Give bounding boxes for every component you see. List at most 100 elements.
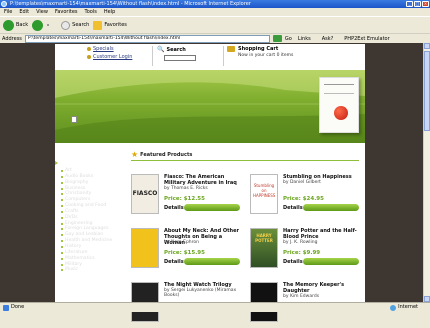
product-card: FIASCO Fiasco: The American Military Adv… (131, 172, 243, 220)
specials-icon (87, 47, 91, 51)
arrow-icon (55, 161, 58, 165)
close-button[interactable]: × (422, 1, 429, 7)
search-heading-label: Search (166, 46, 186, 53)
star-icon (93, 20, 103, 30)
minimize-button[interactable]: _ (406, 1, 413, 7)
search-input[interactable] (164, 55, 196, 61)
buy-button[interactable] (184, 204, 240, 211)
details-link[interactable]: Details (283, 259, 303, 265)
login-icon (87, 55, 91, 59)
window-title: P:\templates\maxmarti-154\maxmarti-154\W… (10, 1, 251, 7)
specials-link[interactable]: Specials (87, 46, 132, 52)
product-price: Price: $15.95 (164, 250, 205, 256)
document-icon (71, 116, 77, 123)
cart-title: Shopping Cart (238, 46, 279, 52)
category-item[interactable]: Music (55, 267, 123, 273)
cart-icon (227, 46, 235, 52)
category-title-label: Store Categories (60, 160, 108, 166)
stop-icon[interactable] (47, 24, 50, 26)
buy-button[interactable] (303, 204, 359, 211)
category-title: Store Categories (55, 160, 123, 166)
product-title[interactable]: Fiasco: The American Military Adventure … (164, 174, 242, 186)
header-divider (223, 46, 224, 66)
featured-title: Featured Products (140, 152, 193, 158)
search-heading: 🔍 Search (157, 46, 196, 53)
details-link[interactable]: Details (164, 205, 184, 211)
ask-extension[interactable]: Ask? (322, 36, 334, 42)
page-icon (3, 304, 9, 311)
maximize-button[interactable]: □ (414, 1, 421, 7)
product-author: by Daniel Gilbert (283, 180, 321, 185)
search-icon: 🔍 (157, 46, 165, 53)
menu-tools[interactable]: Tools (85, 9, 97, 15)
menu-edit[interactable]: Edit (19, 9, 29, 15)
book-title-lines (324, 84, 354, 94)
cover-text: FIASCO (132, 190, 158, 197)
divider (131, 160, 359, 161)
product-price: Price: $12.55 (164, 196, 205, 202)
back-button[interactable]: Back (3, 19, 29, 31)
featured-book-image (319, 77, 359, 133)
go-label[interactable]: Go (285, 36, 292, 42)
menu-file[interactable]: File (4, 9, 12, 15)
product-author: by Nora Ephron (164, 240, 200, 245)
menu-bar: File Edit View Favorites Tools Help (0, 8, 430, 16)
shopping-cart[interactable]: Shopping Cart Now in your cart 0 items (227, 46, 293, 58)
address-bar: Address P:\templates\maxmarti-154\maxmar… (0, 33, 430, 43)
buy-button[interactable] (303, 258, 359, 265)
ie-icon (1, 1, 7, 7)
go-icon[interactable] (272, 35, 282, 42)
window-controls: _ □ × (406, 1, 429, 7)
details-link[interactable]: Details (283, 205, 303, 211)
search-label: Search (72, 22, 90, 28)
globe-icon (390, 304, 397, 311)
search-box: 🔍 Search (157, 46, 196, 61)
cover-text: HARRY POTTER (255, 233, 273, 243)
product-cover[interactable]: FIASCO (131, 174, 159, 214)
status-text: Done (11, 304, 25, 310)
links-label[interactable]: Links (298, 36, 311, 42)
favorites-label: Favorites (104, 22, 127, 28)
back-label: Back (16, 22, 29, 28)
menu-view[interactable]: View (36, 9, 48, 15)
customer-login-label: Customer Login (93, 54, 133, 60)
favorites-button[interactable]: Favorites (93, 20, 127, 30)
window-title-bar: P:\templates\maxmarti-154\maxmarti-154\W… (0, 0, 430, 8)
address-input[interactable]: P:\templates\maxmarti-154\maxmarti-154\W… (24, 34, 270, 43)
vertical-scrollbar[interactable] (423, 43, 430, 302)
buy-button[interactable] (184, 258, 240, 265)
product-title[interactable]: The Memory Keeper's Daughter (283, 282, 361, 294)
php-emulator-extension[interactable]: PHP2Ext Emulator (344, 36, 389, 42)
cart-count: Now in your cart 0 items (238, 53, 294, 58)
back-arrow-icon (3, 19, 14, 31)
category-sidebar: Store Categories Art Audio Books Biograp… (55, 160, 123, 273)
header-divider (152, 46, 153, 66)
security-zone: Internet (390, 303, 418, 312)
apple-icon (334, 106, 348, 120)
zone-label: Internet (398, 304, 418, 310)
product-author: by Thomas E. Ricks (164, 186, 208, 191)
store-header: Specials Customer Login 🔍 Search Shoppin… (55, 44, 365, 70)
product-cover[interactable] (131, 228, 159, 268)
cover-text: Stumbling on HAPPINESS (253, 183, 276, 198)
menu-favorites[interactable]: Favorites (55, 9, 78, 15)
account-links: Specials Customer Login (87, 46, 132, 62)
search-button[interactable]: Search (61, 20, 90, 30)
address-label: Address (2, 35, 22, 42)
scroll-up-icon[interactable] (424, 43, 430, 49)
forward-button[interactable] (32, 19, 44, 31)
details-link[interactable]: Details (164, 259, 184, 265)
menu-help[interactable]: Help (104, 9, 115, 15)
product-title[interactable]: Harry Potter and the Half-Blood Prince (283, 228, 361, 240)
product-card: About My Neck: And Other Thoughts on Bei… (131, 226, 243, 274)
product-card: Stumbling on HAPPINESS Stumbling on Happ… (250, 172, 362, 220)
featured-products-panel: ★ Featured Products FIASCO Fiasco: The A… (127, 145, 363, 322)
star-icon: ★ (131, 150, 139, 159)
customer-login-link[interactable]: Customer Login (87, 54, 132, 60)
product-cover[interactable]: Stumbling on HAPPINESS (250, 174, 278, 214)
magnifier-icon (61, 20, 71, 30)
scroll-thumb[interactable] (424, 51, 430, 131)
product-cover[interactable]: HARRY POTTER (250, 228, 278, 268)
product-author: by J. K. Rowling (283, 240, 318, 245)
status-bar: Done Internet (0, 302, 430, 312)
